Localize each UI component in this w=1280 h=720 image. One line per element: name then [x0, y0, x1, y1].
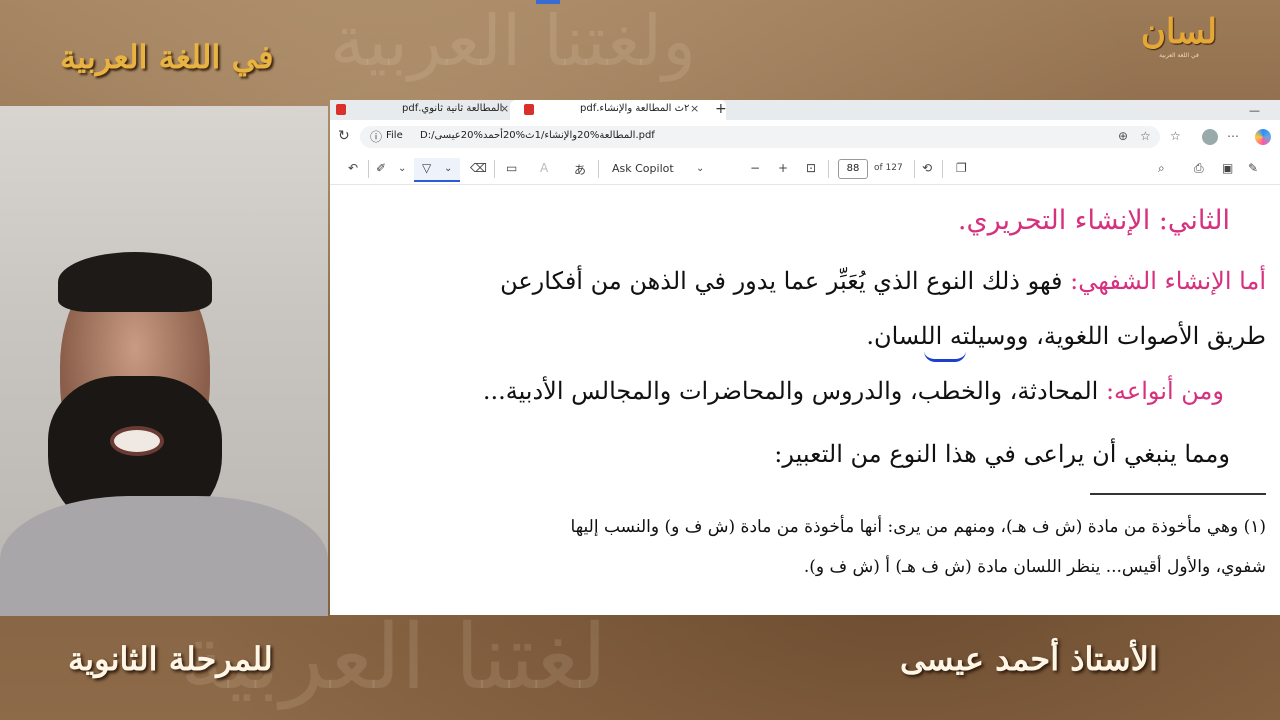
copilot-icon[interactable]: [1255, 129, 1271, 145]
pdf-icon: [524, 104, 534, 115]
caption-teacher: الأستاذ أحمد عيسى: [900, 640, 1158, 678]
types-label: ومن أنواعه:: [1105, 377, 1224, 405]
text-box-icon[interactable]: ▭: [506, 161, 517, 175]
ask-copilot-button[interactable]: Ask Copilot: [612, 162, 674, 175]
pdf-toolbar: ↶ ✐ ⌄ ▽ ⌄ ⌫ ▭ A あ Ask Copilot ⌄ − + ⊡ 88…: [330, 154, 1280, 185]
brand-title: في اللغة العربية: [60, 38, 274, 76]
fit-page-icon[interactable]: ⊡: [806, 161, 816, 175]
separator: [598, 160, 599, 178]
separator: [368, 160, 369, 178]
presenter-hair: [58, 252, 212, 312]
chevron-down-icon[interactable]: ⌄: [444, 163, 452, 174]
save-icon[interactable]: ▣: [1222, 161, 1233, 175]
pdf-page: الثاني: الإنشاء التحريري. أما الإنشاء ال…: [330, 185, 1280, 615]
should-text: ومما ينبغي أن يراعى في هذا النوع من التع…: [774, 440, 1230, 468]
browser-window: المطالعة ثانية ثانوي.pdf × ٢ث المطالعة و…: [330, 100, 1280, 615]
oral-text-2: طريق الأصوات اللغوية، ووسيلته اللسان.: [866, 322, 1266, 350]
doc-paragraph-oral: أما الإنشاء الشفهي: فهو ذلك النوع الذي ي…: [500, 267, 1266, 295]
types-text: المحادثة، والخطب، والدروس والمحاضرات وال…: [482, 377, 1099, 405]
minimize-icon[interactable]: —: [1249, 104, 1260, 117]
pdf-icon: [336, 104, 346, 115]
search-icon[interactable]: ⌕: [1158, 161, 1165, 176]
separator: [914, 160, 915, 178]
oral-text: فهو ذلك النوع الذي يُعَبِّر عما يدور في …: [500, 267, 1063, 295]
zoom-out-icon[interactable]: −: [750, 161, 760, 175]
webcam-panel: [0, 106, 328, 616]
footnote-rule: [1090, 493, 1266, 495]
draw-tool-active[interactable]: [414, 158, 460, 182]
watermark-top: ولغتنا العربية: [330, 0, 697, 82]
tab-1[interactable]: المطالعة ثانية ثانوي.pdf ×: [330, 100, 516, 120]
channel-logo: لسان في اللغة العربية: [1140, 12, 1218, 92]
draw-icon[interactable]: ▽: [422, 161, 431, 175]
caption-level: للمرحلة الثانوية: [68, 640, 273, 678]
presenter-mouth: [110, 426, 164, 456]
pen-underline: [924, 351, 966, 362]
save-as-icon[interactable]: ✎: [1248, 161, 1258, 175]
favorites-icon[interactable]: ☆: [1170, 129, 1181, 143]
tab-label: ٢ث المطالعة والإنشاء.pdf: [580, 103, 690, 114]
url-text: D:/المطالعة%20والإنشاء/1ث%20أحمد%20عيسى.…: [420, 130, 655, 141]
text-size-icon[interactable]: A: [540, 161, 548, 175]
rotate-icon[interactable]: ⟲: [922, 161, 932, 175]
separator: [494, 160, 495, 178]
page-count: of 127: [874, 163, 903, 173]
top-strip: [536, 0, 560, 4]
close-icon[interactable]: ×: [690, 100, 699, 118]
footnote-1: (١) وهي مأخوذة من مادة (ش ف هـ)، ومنهم م…: [570, 517, 1266, 537]
page-view-icon[interactable]: ❐: [956, 161, 967, 175]
new-tab-icon[interactable]: +: [715, 100, 727, 118]
chevron-down-icon[interactable]: ⌄: [696, 163, 704, 174]
footnote-2: شفوي، والأول أقيس... ينظر اللسان مادة (ش…: [803, 557, 1266, 577]
eraser-icon[interactable]: ⌫: [470, 161, 487, 175]
profile-avatar[interactable]: [1202, 129, 1218, 145]
logo-mark: لسان: [1140, 12, 1218, 52]
logo-subtitle: في اللغة العربية: [1159, 52, 1199, 59]
refresh-icon[interactable]: ↻: [338, 128, 350, 144]
separator: [828, 160, 829, 178]
close-icon[interactable]: ×: [500, 100, 509, 118]
translate-icon[interactable]: あ: [574, 161, 586, 178]
zoom-in-icon[interactable]: +: [778, 161, 788, 175]
tab-label: المطالعة ثانية ثانوي.pdf: [402, 103, 503, 114]
address-bar: ↻ ⓘ File D:/المطالعة%20والإنشاء/1ث%20أحم…: [330, 120, 1280, 155]
doc-heading: الثاني: الإنشاء التحريري.: [957, 205, 1230, 236]
presenter-shirt: [0, 496, 328, 616]
page-number-input[interactable]: 88: [838, 159, 868, 179]
highlight-icon[interactable]: ✐: [376, 161, 386, 175]
oral-label: أما الإنشاء الشفهي:: [1070, 267, 1266, 295]
print-icon[interactable]: ⎙: [1194, 161, 1204, 176]
tab-bar: المطالعة ثانية ثانوي.pdf × ٢ث المطالعة و…: [330, 100, 1280, 120]
file-label: File: [386, 130, 403, 141]
doc-paragraph-types: ومن أنواعه: المحادثة، والخطب، والدروس وا…: [483, 377, 1224, 405]
separator: [942, 160, 943, 178]
more-icon[interactable]: ⋯: [1227, 129, 1239, 143]
zoom-icon[interactable]: ⊕: [1118, 129, 1128, 143]
undo-icon[interactable]: ↶: [348, 161, 358, 175]
url-field[interactable]: ⓘ File D:/المطالعة%20والإنشاء/1ث%20أحمد%…: [360, 126, 1160, 148]
tab-2[interactable]: ٢ث المطالعة والإنشاء.pdf ×: [510, 100, 726, 120]
chevron-down-icon[interactable]: ⌄: [398, 163, 406, 174]
favorite-star-icon[interactable]: ☆: [1140, 129, 1151, 143]
info-icon[interactable]: ⓘ: [370, 128, 382, 145]
